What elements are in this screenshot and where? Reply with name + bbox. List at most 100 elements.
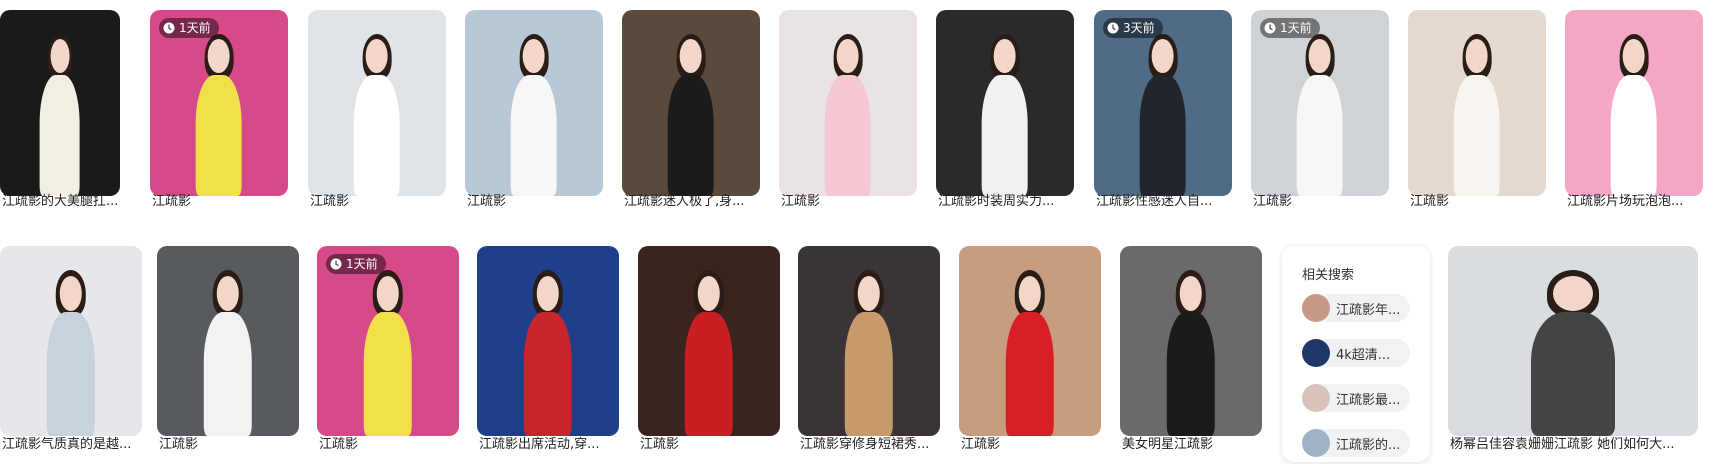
photo-subject xyxy=(1290,32,1351,196)
image-caption[interactable]: 江疏影 xyxy=(319,433,459,452)
image-card[interactable]: 江疏影穿修身短裙秀... xyxy=(798,246,940,463)
image-card[interactable]: 3天前江疏影性感迷人自... xyxy=(1094,10,1232,220)
time-badge: 1天前 xyxy=(159,18,219,38)
image-card[interactable]: 1天前江疏影 xyxy=(150,10,288,220)
related-avatar-icon xyxy=(1302,339,1330,367)
image-caption[interactable]: 江疏影 xyxy=(961,433,1101,452)
image-thumbnail[interactable]: 1天前 xyxy=(1251,10,1389,196)
photo-subject xyxy=(1447,32,1508,196)
time-badge: 3天前 xyxy=(1103,18,1163,38)
photo-subject xyxy=(678,269,740,436)
image-thumbnail[interactable] xyxy=(465,10,603,196)
image-thumbnail[interactable] xyxy=(1408,10,1546,196)
related-avatar-icon xyxy=(1302,429,1330,457)
image-thumbnail[interactable] xyxy=(959,246,1101,436)
image-thumbnail[interactable]: 1天前 xyxy=(317,246,459,436)
image-caption[interactable]: 杨幂吕佳容袁姗姗江疏影 她们如何大... xyxy=(1450,433,1698,452)
image-caption[interactable]: 江疏影时装周实力... xyxy=(938,190,1074,209)
image-caption[interactable]: 江疏影 xyxy=(310,190,446,209)
image-thumbnail[interactable] xyxy=(157,246,299,436)
related-search-label: 江疏影最... xyxy=(1336,392,1401,408)
image-caption[interactable]: 江疏影的大美腿扛... xyxy=(2,190,120,209)
clock-icon xyxy=(330,258,342,270)
image-card[interactable]: 杨幂吕佳容袁姗姗江疏影 她们如何大... xyxy=(1448,246,1698,463)
time-badge: 1天前 xyxy=(326,254,386,274)
image-caption[interactable]: 江疏影 xyxy=(781,190,917,209)
image-thumbnail[interactable] xyxy=(0,10,120,196)
related-search-title: 相关搜索 xyxy=(1302,268,1355,283)
photo-subject xyxy=(357,269,419,436)
image-caption[interactable]: 江疏影 xyxy=(1253,190,1389,209)
related-search-item[interactable]: 江疏影最... xyxy=(1302,384,1410,412)
related-search-item[interactable]: 江疏影的... xyxy=(1302,429,1410,457)
image-thumbnail[interactable] xyxy=(622,10,760,196)
image-card[interactable]: 江疏影 xyxy=(959,246,1101,463)
image-caption[interactable]: 江疏影性感迷人自... xyxy=(1096,190,1232,209)
image-caption[interactable]: 江疏影出席活动,穿... xyxy=(479,433,619,452)
photo-subject xyxy=(40,269,102,436)
related-search-label: 江疏影的... xyxy=(1336,437,1401,453)
image-card[interactable]: 江疏影 xyxy=(779,10,917,220)
photo-subject xyxy=(838,269,900,436)
time-badge-label: 1天前 xyxy=(1280,21,1312,35)
image-thumbnail[interactable] xyxy=(308,10,446,196)
photo-subject xyxy=(34,32,87,196)
image-card[interactable]: 江疏影 xyxy=(157,246,299,463)
image-card[interactable]: 江疏影出席活动,穿... xyxy=(477,246,619,463)
image-card[interactable]: 1天前江疏影 xyxy=(1251,10,1389,220)
clock-icon xyxy=(163,22,175,34)
photo-subject xyxy=(1518,269,1628,436)
related-avatar-icon xyxy=(1302,294,1330,322)
image-card[interactable]: 1天前江疏影 xyxy=(317,246,459,463)
clock-icon xyxy=(1107,22,1119,34)
image-card[interactable]: 江疏影 xyxy=(1408,10,1546,220)
photo-subject xyxy=(189,32,250,196)
image-card[interactable]: 江疏影 xyxy=(308,10,446,220)
image-thumbnail[interactable]: 3天前 xyxy=(1094,10,1232,196)
image-thumbnail[interactable] xyxy=(638,246,780,436)
related-search-item[interactable]: 江疏影年... xyxy=(1302,294,1410,322)
image-thumbnail[interactable] xyxy=(936,10,1074,196)
image-caption[interactable]: 江疏影 xyxy=(1410,190,1546,209)
image-thumbnail[interactable] xyxy=(1565,10,1703,196)
image-caption[interactable]: 江疏影 xyxy=(159,433,299,452)
image-thumbnail[interactable] xyxy=(1120,246,1262,436)
image-card[interactable]: 江疏影 xyxy=(638,246,780,463)
photo-subject xyxy=(197,269,259,436)
photo-subject xyxy=(517,269,579,436)
image-card[interactable]: 美女明星江疏影 xyxy=(1120,246,1262,463)
time-badge-label: 3天前 xyxy=(1123,21,1155,35)
image-caption[interactable]: 江疏影 xyxy=(640,433,780,452)
photo-subject xyxy=(1160,269,1222,436)
image-thumbnail[interactable]: 1天前 xyxy=(150,10,288,196)
image-card[interactable]: 江疏影的大美腿扛... xyxy=(0,10,120,220)
image-thumbnail[interactable] xyxy=(477,246,619,436)
image-card[interactable]: 江疏影片场玩泡泡... xyxy=(1565,10,1703,220)
image-card[interactable]: 江疏影时装周实力... xyxy=(936,10,1074,220)
photo-subject xyxy=(661,32,722,196)
photo-subject xyxy=(504,32,565,196)
photo-subject xyxy=(1133,32,1194,196)
image-card[interactable]: 江疏影气质真的是越... xyxy=(0,246,142,463)
image-caption[interactable]: 江疏影片场玩泡泡... xyxy=(1567,190,1703,209)
image-card[interactable]: 江疏影 xyxy=(465,10,603,220)
image-caption[interactable]: 江疏影气质真的是越... xyxy=(2,433,142,452)
clock-icon xyxy=(1264,22,1276,34)
image-thumbnail[interactable] xyxy=(1448,246,1698,436)
image-caption[interactable]: 江疏影 xyxy=(467,190,603,209)
image-caption[interactable]: 江疏影迷人极了,身... xyxy=(624,190,760,209)
related-search-item[interactable]: 4k超清... xyxy=(1302,339,1410,367)
related-search-label: 4k超清... xyxy=(1336,347,1391,363)
image-caption[interactable]: 美女明星江疏影 xyxy=(1122,433,1262,452)
image-thumbnail[interactable] xyxy=(779,10,917,196)
image-thumbnail[interactable] xyxy=(798,246,940,436)
image-caption[interactable]: 江疏影穿修身短裙秀... xyxy=(800,433,940,452)
photo-subject xyxy=(347,32,408,196)
image-card[interactable]: 江疏影迷人极了,身... xyxy=(622,10,760,220)
related-search-label: 江疏影年... xyxy=(1336,302,1401,318)
photo-subject xyxy=(999,269,1061,436)
related-search-panel: 相关搜索 江疏影年... 4k超清... 江疏影最... 江疏影的... xyxy=(1282,246,1430,462)
related-avatar-icon xyxy=(1302,384,1330,412)
image-thumbnail[interactable] xyxy=(0,246,142,436)
image-caption[interactable]: 江疏影 xyxy=(152,190,288,209)
